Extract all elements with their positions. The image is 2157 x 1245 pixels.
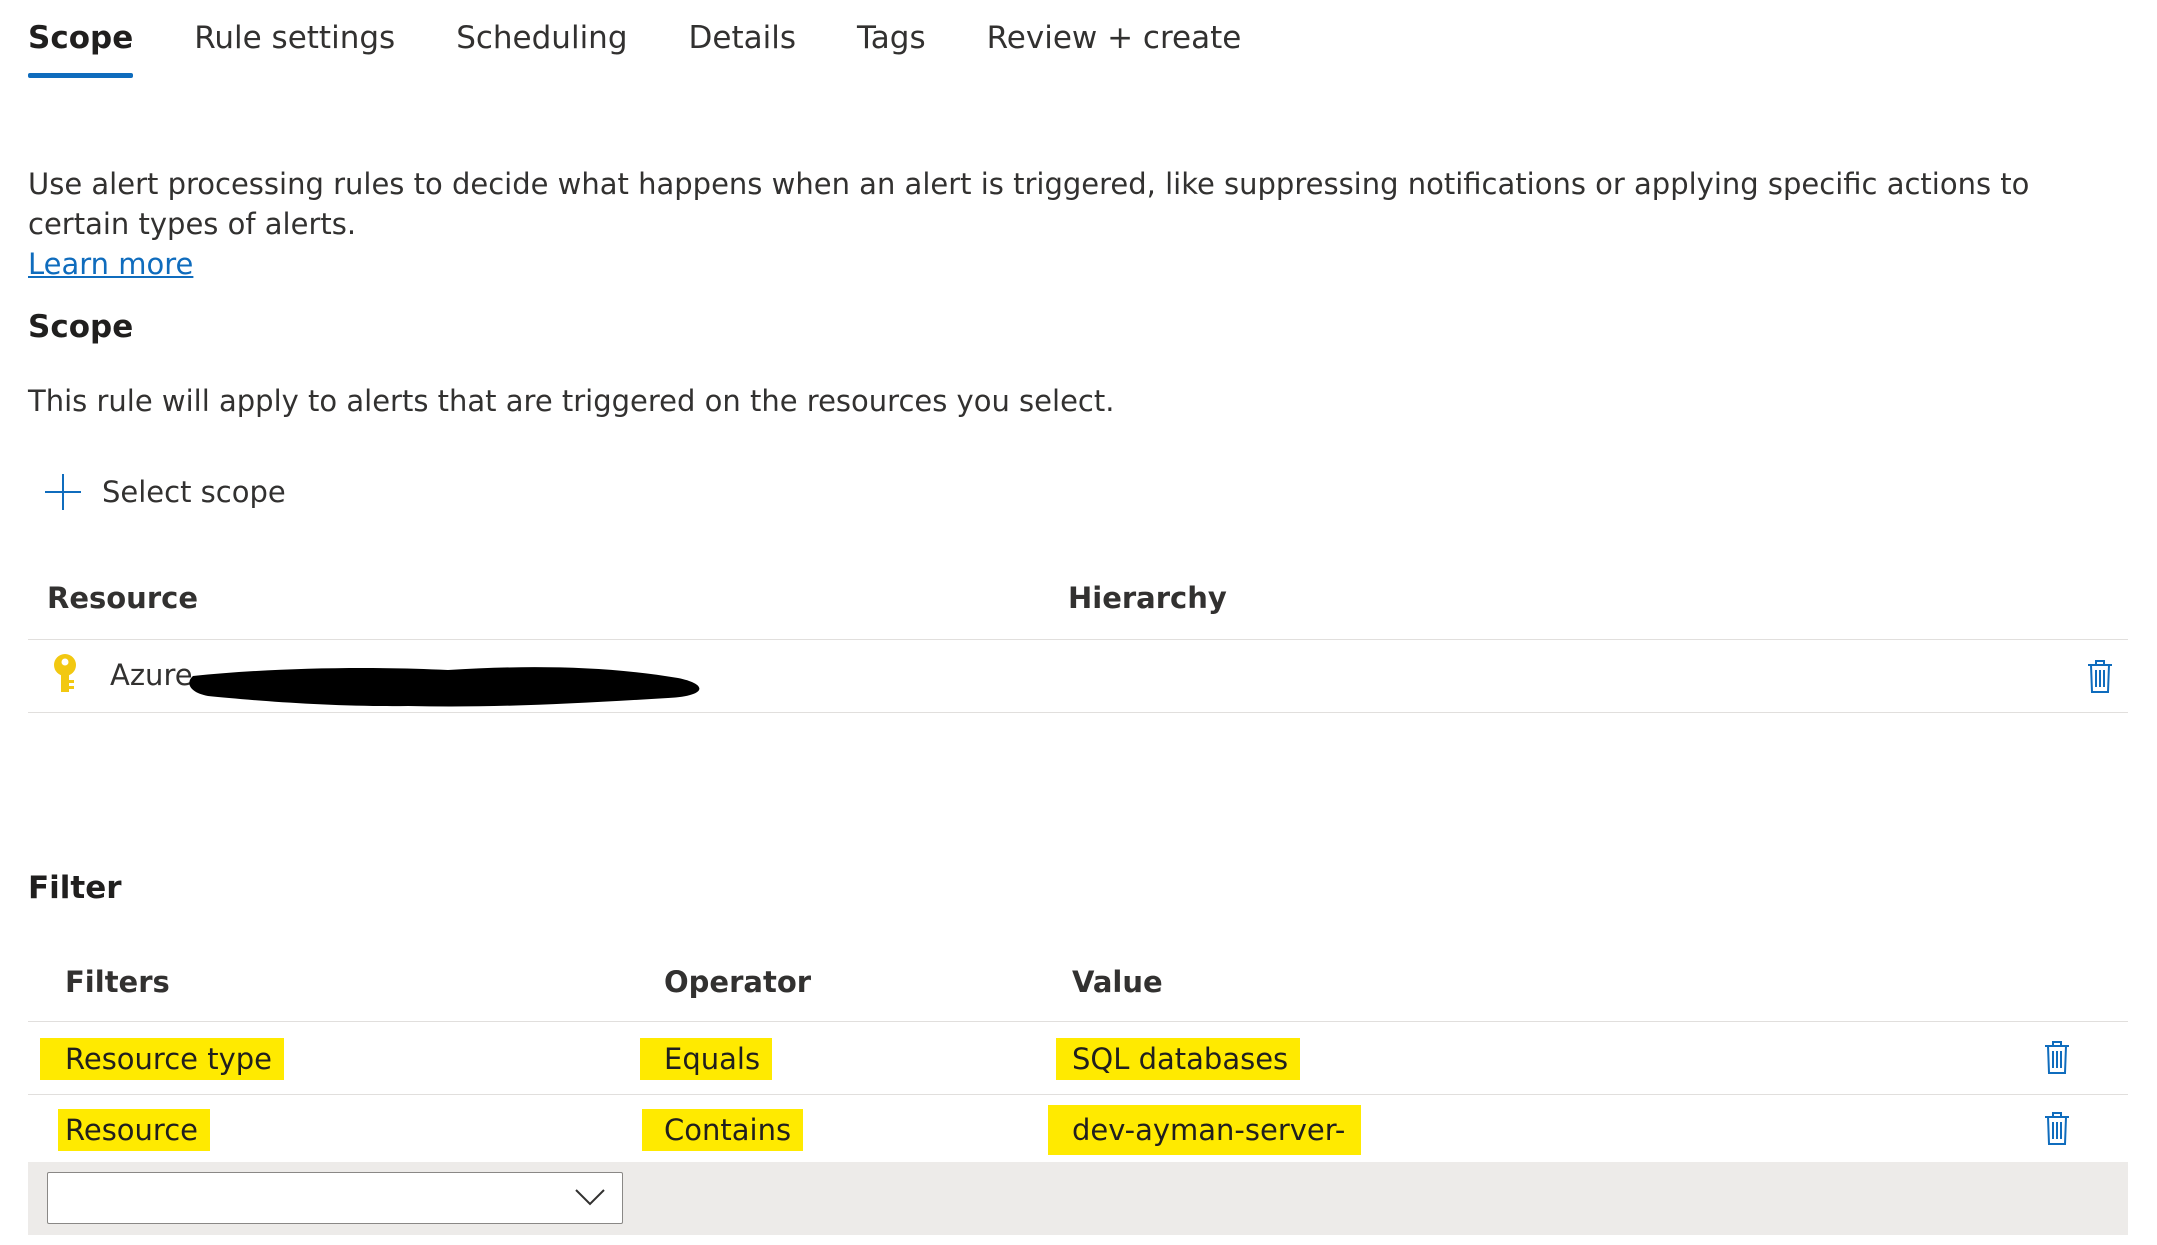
filter-value: SQL databases xyxy=(1056,1038,1301,1080)
select-scope-label: Select scope xyxy=(102,475,286,509)
intro-text-block: Use alert processing rules to decide wha… xyxy=(28,164,2128,284)
delete-filter-trash-icon[interactable] xyxy=(2043,1110,2071,1150)
scope-heading: Scope xyxy=(28,309,134,345)
new-filter-row xyxy=(28,1162,2128,1235)
select-scope-button[interactable]: Select scope xyxy=(45,474,286,510)
filter-row: Resource type Equals SQL databases xyxy=(28,1022,2128,1095)
column-header-resource: Resource xyxy=(47,581,198,615)
resource-row: Azure xyxy=(28,640,2128,713)
filter-name: Resource xyxy=(58,1109,210,1151)
column-header-hierarchy: Hierarchy xyxy=(1068,581,1227,615)
alert-processing-rule-page: Scope Rule settings Scheduling Details T… xyxy=(0,0,2157,1245)
chevron-down-icon xyxy=(574,1187,606,1211)
tab-review-create[interactable]: Review + create xyxy=(987,18,1242,78)
tab-rule-settings[interactable]: Rule settings xyxy=(194,18,395,78)
delete-filter-trash-icon[interactable] xyxy=(2043,1039,2071,1079)
key-icon xyxy=(50,652,80,700)
column-header-value: Value xyxy=(1072,965,1163,999)
filter-operator: Contains xyxy=(642,1109,804,1151)
filter-operator: Equals xyxy=(640,1038,773,1080)
column-header-filters: Filters xyxy=(65,965,170,999)
wizard-tabs: Scope Rule settings Scheduling Details T… xyxy=(28,18,1302,82)
resource-name: Azure xyxy=(110,658,193,692)
filter-type-dropdown[interactable] xyxy=(47,1172,623,1224)
tab-details[interactable]: Details xyxy=(689,18,796,78)
learn-more-link[interactable]: Learn more xyxy=(28,247,193,281)
intro-text: Use alert processing rules to decide wha… xyxy=(28,167,2030,241)
filter-heading: Filter xyxy=(28,870,122,906)
tab-scope[interactable]: Scope xyxy=(28,18,134,78)
resource-table-header: Resource Hierarchy xyxy=(28,575,2128,640)
filter-row: Resource Contains dev-ayman-server- xyxy=(28,1095,2128,1167)
filter-name: Resource type xyxy=(40,1038,284,1080)
tab-scheduling[interactable]: Scheduling xyxy=(456,18,627,78)
column-header-operator: Operator xyxy=(664,965,812,999)
tab-tags[interactable]: Tags xyxy=(857,18,926,78)
scope-description: This rule will apply to alerts that are … xyxy=(28,384,1115,418)
filter-value: dev-ayman-server- xyxy=(1048,1105,1362,1155)
filter-table-header: Filters Operator Value xyxy=(28,953,2128,1022)
redaction-mark xyxy=(188,660,728,714)
plus-icon xyxy=(45,474,81,510)
delete-resource-trash-icon[interactable] xyxy=(2086,658,2114,698)
